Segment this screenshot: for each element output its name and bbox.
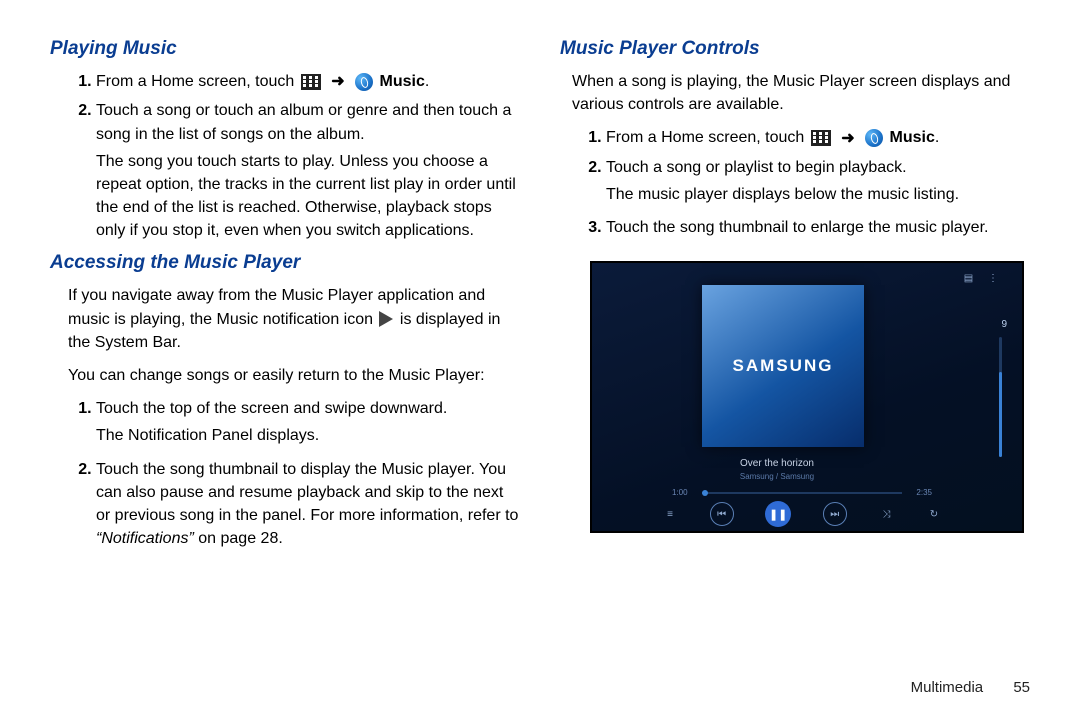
volume-slider: [999, 337, 1002, 457]
apps-grid-icon: [811, 130, 831, 146]
heading-accessing: Accessing the Music Player: [50, 252, 520, 274]
footer-section: Multimedia: [911, 679, 984, 696]
shuffle-icon: ⤨: [878, 506, 894, 522]
track-artist: Samsung / Samsung: [592, 472, 962, 481]
repeat-icon: ↻: [926, 506, 942, 522]
right-column: Music Player Controls When a song is pla…: [560, 38, 1030, 558]
access-para-1: If you navigate away from the Music Play…: [68, 284, 520, 354]
heading-controls: Music Player Controls: [560, 38, 1030, 60]
progress-bar: [702, 492, 902, 494]
footer-page: 55: [1013, 679, 1030, 696]
step-2-detail: The music player displays below the musi…: [606, 183, 1030, 206]
music-label: Music: [380, 73, 425, 90]
apps-grid-icon: [301, 74, 321, 90]
step-3: Touch the song thumbnail to enlarge the …: [606, 216, 1030, 239]
volume-sidebar: 9: [979, 279, 1007, 531]
text: From a Home screen, touch: [96, 73, 299, 90]
album-art: SAMSUNG: [702, 285, 864, 447]
step-1: Touch the top of the screen and swipe do…: [96, 397, 520, 447]
page-footer: Multimedia 55: [911, 679, 1030, 696]
accessing-steps: Touch the top of the screen and swipe do…: [50, 397, 520, 550]
step-2: Touch a song or playlist to begin playba…: [606, 156, 1030, 206]
prev-button: ⏮: [710, 502, 734, 526]
music-label: Music: [890, 129, 935, 146]
play-pause-button: ❚❚: [765, 501, 791, 527]
playing-music-steps: From a Home screen, touch ➜ Music. Touch…: [50, 70, 520, 242]
arrow-icon: ➜: [841, 127, 854, 150]
step-2: Touch a song or touch an album or genre …: [96, 99, 520, 242]
volume-value: 9: [1001, 319, 1007, 330]
text: Touch a song or touch an album or genre …: [96, 102, 511, 142]
time-total: 2:35: [916, 488, 932, 497]
controls-steps: From a Home screen, touch ➜ Music. Touch…: [560, 126, 1030, 239]
step-1: From a Home screen, touch ➜ Music.: [96, 70, 520, 93]
music-player-screenshot: ▤ ⋮ SAMSUNG Over the horizon Samsung / S…: [590, 261, 1024, 533]
left-column: Playing Music From a Home screen, touch …: [50, 38, 520, 558]
track-info: Over the horizon Samsung / Samsung: [592, 458, 962, 481]
heading-playing-music: Playing Music: [50, 38, 520, 60]
step-2: Touch the song thumbnail to display the …: [96, 458, 520, 551]
controls-intro: When a song is playing, the Music Player…: [572, 70, 1030, 116]
step-2-detail: The song you touch starts to play. Unles…: [96, 150, 520, 243]
access-para-2: You can change songs or easily return to…: [68, 364, 520, 387]
music-icon: [355, 73, 373, 91]
album-brand: SAMSUNG: [733, 356, 834, 376]
play-notification-icon: [379, 311, 393, 327]
list-icon: ≡: [662, 506, 678, 522]
music-icon: [865, 129, 883, 147]
time-elapsed: 1:00: [672, 488, 688, 497]
track-title: Over the horizon: [592, 458, 962, 469]
next-button: ⏭: [823, 502, 847, 526]
arrow-icon: ➜: [331, 70, 344, 93]
step-1: From a Home screen, touch ➜ Music.: [606, 126, 1030, 149]
step-1-detail: The Notification Panel displays.: [96, 424, 520, 447]
player-controls: ≡ ⏮ ❚❚ ⏭ ⤨ ↻: [662, 501, 942, 527]
